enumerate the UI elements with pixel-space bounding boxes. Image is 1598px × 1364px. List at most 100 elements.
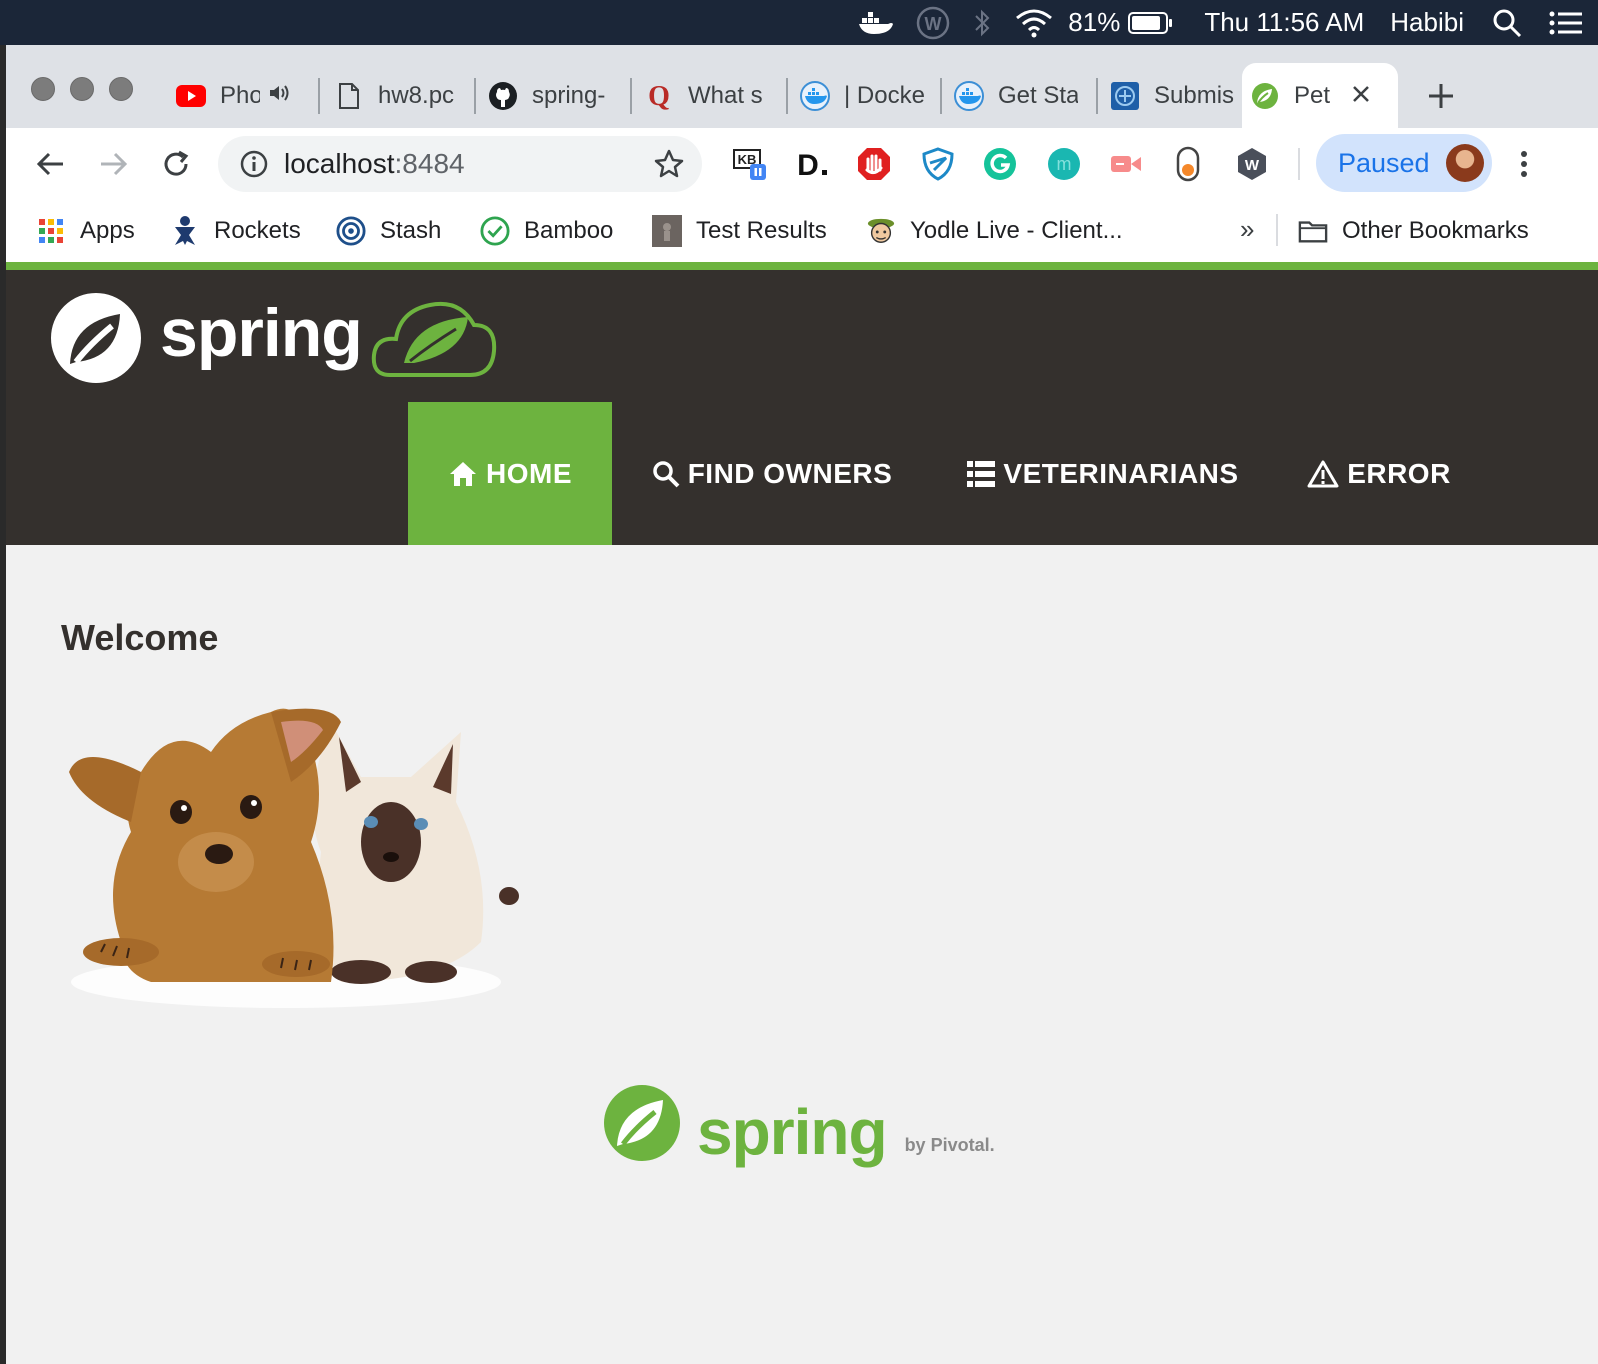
menubar-user[interactable]: Habibi [1390, 0, 1464, 45]
bookmark-stash[interactable]: Stash [336, 212, 441, 250]
bookmarks-overflow-button[interactable]: » [1240, 214, 1254, 245]
cloud-leaf-icon [371, 302, 496, 377]
profile-paused-button[interactable]: Paused [1316, 134, 1492, 192]
bookmark-label: Yodle Live - Client... [910, 217, 1123, 244]
wifi-icon[interactable] [1014, 0, 1054, 45]
home-icon [450, 461, 476, 486]
kb-extension-icon[interactable]: KB [732, 146, 768, 182]
grammarly-icon[interactable] [982, 146, 1018, 182]
tab-divider [630, 78, 632, 114]
menubar-clock[interactable]: Thu 11:56 AM [1204, 0, 1364, 45]
forward-button[interactable] [96, 146, 132, 182]
d-extension-icon[interactable]: D [794, 146, 830, 182]
nav-error[interactable]: ERROR [1274, 402, 1484, 545]
zoom-window-button[interactable] [109, 77, 133, 101]
youtube-icon [176, 81, 206, 111]
nav-veterinarians[interactable]: VETERINARIANS [932, 402, 1274, 545]
spring-logo-icon [51, 293, 141, 383]
toolbar-divider [1298, 148, 1300, 180]
bookmarks-bar: Apps Rockets Stash Bamboo Test Results Y… [6, 200, 1598, 262]
bookmark-bamboo[interactable]: Bamboo [480, 212, 613, 250]
back-button[interactable] [32, 146, 68, 182]
docker-icon [954, 80, 984, 111]
close-tab-icon[interactable] [1352, 82, 1370, 110]
spring-petclinic-logo[interactable]: spring [50, 292, 498, 384]
close-window-button[interactable] [31, 77, 55, 101]
tab-label: Pet [1294, 81, 1331, 109]
footer-by-pivotal: by Pivotal. [904, 1135, 995, 1155]
spotlight-search-icon[interactable] [1492, 0, 1522, 45]
svg-text:D: D [797, 149, 819, 182]
tab-divider [1096, 78, 1098, 114]
notification-center-icon[interactable] [1548, 0, 1584, 45]
tab-divider [474, 78, 476, 114]
tab-submission[interactable]: Submis [1102, 63, 1240, 128]
bookmark-rockets[interactable]: Rockets [170, 212, 301, 250]
bookmark-label: Rockets [214, 217, 301, 244]
tab-label: | Docke [844, 81, 924, 109]
bookmark-apps[interactable]: Apps [36, 212, 135, 250]
tab-quora[interactable]: Q What s [636, 63, 786, 128]
browser-window: Pho hw8.pc spring- Q What s | Docke Get … [6, 45, 1598, 1364]
bookmark-label: Bamboo [524, 217, 614, 244]
footer-logo: spring by Pivotal. [601, 1082, 995, 1164]
browser-menu-icon[interactable] [1506, 146, 1542, 182]
docker-status-icon[interactable] [858, 0, 894, 45]
nav-find-owners[interactable]: FIND OWNERS [612, 402, 932, 545]
svg-text:W: W [1245, 157, 1260, 174]
tab-label: What s [688, 81, 763, 109]
other-bookmarks-folder[interactable]: Other Bookmarks [1298, 212, 1529, 250]
pets-image [69, 708, 519, 1008]
tab-hw8[interactable]: hw8.pc [326, 63, 476, 128]
petclinic-page: spring HOME FIND OWNERS VETERINARIANS ER… [6, 262, 1598, 1364]
tab-github[interactable]: spring- [480, 63, 630, 128]
w-status-icon[interactable]: W [916, 0, 950, 45]
m-extension-icon[interactable]: m [1046, 146, 1082, 182]
nav-find-owners-label: FIND OWNERS [687, 457, 893, 489]
spring-leaf-icon [1250, 81, 1280, 111]
bookmark-label: Stash [380, 217, 442, 244]
yodle-icon [866, 216, 896, 246]
github-icon [488, 81, 518, 111]
speaker-icon[interactable] [268, 82, 290, 110]
document-icon [334, 81, 364, 111]
tab-docker[interactable]: | Docke [792, 63, 940, 128]
shield-extension-icon[interactable] [920, 146, 956, 182]
tab-petclinic-active[interactable]: Pet [1242, 63, 1398, 128]
screencast-icon[interactable] [1108, 146, 1144, 182]
bookmark-label: Apps [80, 217, 135, 244]
bookmark-star-icon[interactable] [654, 149, 684, 179]
address-bar[interactable]: localhost:8484 [218, 136, 702, 192]
brand-wordmark: spring [160, 295, 363, 371]
bookmark-test-results[interactable]: Test Results [652, 212, 827, 250]
rockets-icon [170, 216, 200, 246]
test-results-icon [652, 215, 682, 247]
bookmark-yodle-live[interactable]: Yodle Live - Client... [866, 212, 1123, 250]
new-tab-button[interactable] [1424, 79, 1458, 113]
page-accent-stripe [6, 262, 1598, 270]
spring-footer-icon [604, 1085, 680, 1161]
tab-label: Submis [1154, 81, 1234, 109]
adblock-icon[interactable] [856, 146, 892, 182]
nav-home[interactable]: HOME [408, 402, 612, 545]
toggle-extension-icon[interactable] [1170, 146, 1206, 182]
wappalyzer-icon[interactable]: W [1234, 146, 1270, 182]
docker-icon [800, 80, 830, 111]
battery-icon[interactable] [1128, 0, 1174, 45]
tab-strip: Pho hw8.pc spring- Q What s | Docke Get … [6, 45, 1598, 128]
svg-text:Q: Q [648, 81, 670, 111]
battery-percent: 81% [1068, 7, 1121, 37]
site-info-icon[interactable] [240, 150, 268, 178]
tab-get-started[interactable]: Get Sta [946, 63, 1096, 128]
bamboo-icon [480, 216, 510, 246]
url-host: localhost [284, 148, 395, 179]
bookmark-label: Test Results [696, 217, 827, 244]
site-navbar: spring HOME FIND OWNERS VETERINARIANS ER… [6, 270, 1598, 545]
page-title: Welcome [61, 617, 219, 658]
profile-avatar [1446, 144, 1484, 182]
minimize-window-button[interactable] [70, 77, 94, 101]
apps-grid-icon [36, 216, 66, 246]
tab-youtube[interactable]: Pho [168, 63, 318, 128]
reload-button[interactable] [158, 146, 194, 182]
bluetooth-icon[interactable] [972, 0, 992, 45]
